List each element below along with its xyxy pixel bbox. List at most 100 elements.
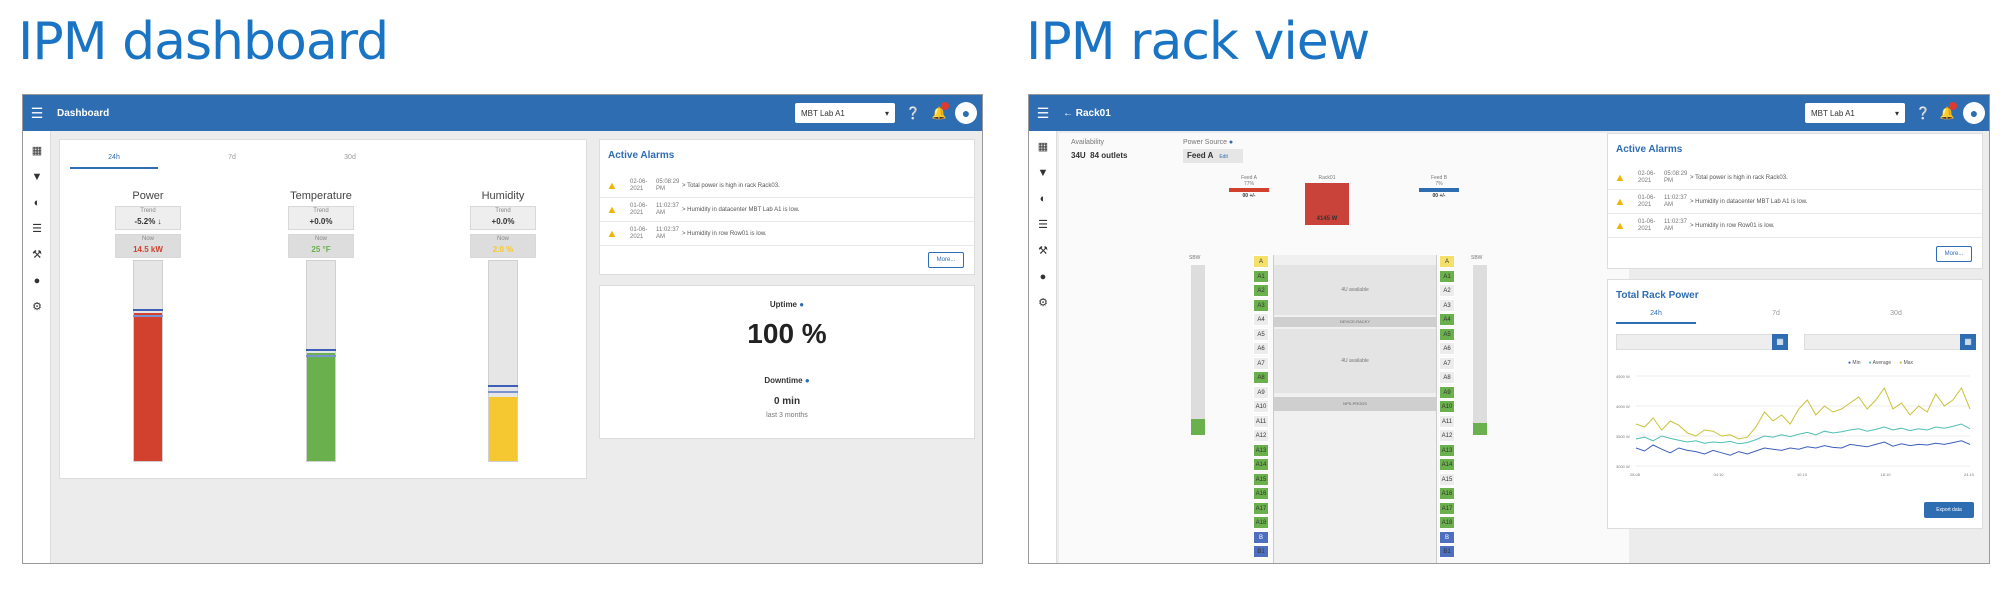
- u-available-slot[interactable]: 4U available: [1274, 329, 1436, 393]
- calendar-icon[interactable]: ▦: [1960, 334, 1976, 350]
- page-title[interactable]: ← Rack01: [1063, 108, 1111, 119]
- outlet-slot[interactable]: A11: [1439, 414, 1455, 428]
- end-date-input[interactable]: [1804, 334, 1964, 350]
- alarm-row[interactable]: ▲ 01-06-2021 11:02:37 AM > Humidity in r…: [600, 222, 974, 246]
- outlet-slot[interactable]: A3: [1439, 298, 1455, 312]
- outlet-slot[interactable]: A18: [1439, 516, 1455, 529]
- outlet-slot[interactable]: A9: [1439, 385, 1455, 399]
- outlet-slot[interactable]: A1: [1439, 269, 1455, 283]
- u-available-slot[interactable]: 4U available: [1274, 265, 1436, 315]
- list-icon[interactable]: ☰: [1035, 217, 1051, 233]
- outlet-slot[interactable]: A7: [1253, 356, 1269, 370]
- menu-icon[interactable]: ☰: [23, 105, 51, 122]
- avatar[interactable]: ●: [1963, 102, 1985, 124]
- grid-icon[interactable]: ▦: [29, 143, 45, 159]
- alarm-row[interactable]: ▲ 01-06-2021 11:02:37 AM > Humidity in d…: [600, 198, 974, 222]
- device-slot[interactable]: DEVICE-RACKY: [1274, 317, 1436, 327]
- gear-icon[interactable]: ⚙: [1035, 295, 1051, 311]
- outlet-slot[interactable]: A9: [1253, 385, 1269, 399]
- alarm-row[interactable]: ▲ 01-06-2021 11:02:37 AM > Humidity in d…: [1608, 190, 1982, 214]
- outlet-slot[interactable]: A4: [1253, 313, 1269, 326]
- outlet-slot[interactable]: A8: [1253, 371, 1269, 384]
- avatar[interactable]: ●: [955, 102, 977, 124]
- gauge-icon[interactable]: ◐: [1035, 191, 1051, 207]
- trend-box-power: Trend -5.2% ↓: [115, 206, 181, 230]
- info-icon[interactable]: ●: [805, 376, 810, 385]
- globe-icon[interactable]: ●: [1035, 269, 1051, 285]
- calendar-icon[interactable]: ▦: [1772, 334, 1788, 350]
- menu-icon[interactable]: ☰: [1029, 105, 1057, 122]
- wrench-icon[interactable]: ⚒: [29, 247, 45, 263]
- edit-link[interactable]: Edit: [1219, 154, 1228, 160]
- start-date-input[interactable]: [1616, 334, 1776, 350]
- outlet-slot[interactable]: A2: [1439, 284, 1455, 297]
- outlet-slot[interactable]: A10: [1253, 400, 1269, 413]
- tab-24h[interactable]: 24h: [70, 154, 158, 169]
- rack-body: 4U available DEVICE-RACKY 4U available N…: [1273, 255, 1437, 563]
- outlet-slot[interactable]: A17: [1439, 501, 1455, 515]
- outlet-slot[interactable]: A15: [1439, 472, 1455, 486]
- plug-icon[interactable]: ▼: [1035, 165, 1051, 181]
- outlet-slot[interactable]: A16: [1439, 487, 1455, 500]
- outlet-slot[interactable]: A18: [1253, 516, 1269, 529]
- outlet-slot[interactable]: A6: [1439, 342, 1455, 355]
- tab-30d[interactable]: 30d: [306, 154, 394, 169]
- globe-icon[interactable]: ●: [29, 273, 45, 289]
- outlet-slot[interactable]: A16: [1253, 487, 1269, 500]
- outlet-slot[interactable]: A: [1439, 255, 1455, 268]
- alarm-time: 11:02:37 AM: [1664, 194, 1687, 208]
- now-box-temperature: Now 25 °F: [288, 234, 354, 258]
- export-data-button[interactable]: Export data: [1924, 502, 1974, 518]
- outlet-slot[interactable]: A15: [1253, 472, 1269, 486]
- lab-select[interactable]: MBT Lab A1 ▾: [1805, 103, 1905, 123]
- outlet-slot[interactable]: A7: [1439, 356, 1455, 370]
- outlet-slot[interactable]: A4: [1439, 313, 1455, 326]
- outlet-slot[interactable]: A8: [1439, 371, 1455, 384]
- tab-24h[interactable]: 24h: [1616, 310, 1696, 324]
- rack-power-box[interactable]: 4145 W: [1305, 183, 1349, 225]
- info-icon[interactable]: ●: [1229, 139, 1233, 146]
- outlet-slot[interactable]: A2: [1253, 284, 1269, 297]
- plug-icon[interactable]: ▼: [29, 169, 45, 185]
- gear-icon[interactable]: ⚙: [29, 299, 45, 315]
- alarm-row[interactable]: ▲ 02-06-2021 05:08:29 PM > Total power i…: [600, 174, 974, 198]
- outlet-slot[interactable]: A14: [1253, 458, 1269, 471]
- outlet-slot[interactable]: A10: [1439, 400, 1455, 413]
- grid-icon[interactable]: ▦: [1035, 139, 1051, 155]
- outlet-slot[interactable]: A12: [1253, 429, 1269, 442]
- alarm-row[interactable]: ▲ 02-06-2021 05:08:29 PM > Total power i…: [1608, 166, 1982, 190]
- outlet-slot[interactable]: B: [1253, 530, 1269, 544]
- power-source-select[interactable]: Feed A Edit: [1183, 149, 1243, 163]
- tab-30d[interactable]: 30d: [1856, 310, 1936, 324]
- outlet-slot[interactable]: A6: [1253, 342, 1269, 355]
- info-icon[interactable]: ●: [799, 300, 804, 309]
- outlet-slot[interactable]: A12: [1439, 429, 1455, 442]
- outlet-slot[interactable]: B1: [1253, 545, 1269, 558]
- outlet-slot[interactable]: A17: [1253, 501, 1269, 515]
- outlet-slot[interactable]: A: [1253, 255, 1269, 268]
- tab-7d[interactable]: 7d: [1736, 310, 1816, 324]
- more-button[interactable]: More...: [928, 252, 964, 268]
- outlet-slot[interactable]: A11: [1253, 414, 1269, 428]
- outlet-slot[interactable]: A3: [1253, 298, 1269, 312]
- outlet-slot[interactable]: B1: [1439, 545, 1455, 558]
- device-slot[interactable]: NPS-PRODS: [1274, 397, 1436, 411]
- outlet-slot[interactable]: A14: [1439, 458, 1455, 471]
- outlet-slot[interactable]: A5: [1439, 327, 1455, 341]
- sidebar: ▦ ▼ ◐ ☰ ⚒ ● ⚙: [1029, 131, 1057, 563]
- outlet-slot[interactable]: A13: [1253, 443, 1269, 457]
- list-icon[interactable]: ☰: [29, 221, 45, 237]
- alarm-message: > Humidity in row Row01 is low.: [682, 230, 767, 237]
- outlet-slot[interactable]: A5: [1253, 327, 1269, 341]
- tab-7d[interactable]: 7d: [188, 154, 276, 169]
- wrench-icon[interactable]: ⚒: [1035, 243, 1051, 259]
- lab-select[interactable]: MBT Lab A1 ▾: [795, 103, 895, 123]
- alarm-row[interactable]: ▲ 01-06-2021 11:02:37 AM > Humidity in r…: [1608, 214, 1982, 238]
- outlet-slot[interactable]: A1: [1253, 269, 1269, 283]
- more-button[interactable]: More...: [1936, 246, 1972, 262]
- help-icon[interactable]: ❔: [1915, 105, 1931, 121]
- gauge-icon[interactable]: ◐: [29, 195, 45, 211]
- help-icon[interactable]: ❔: [905, 105, 921, 121]
- outlet-slot[interactable]: A13: [1439, 443, 1455, 457]
- outlet-slot[interactable]: B: [1439, 530, 1455, 544]
